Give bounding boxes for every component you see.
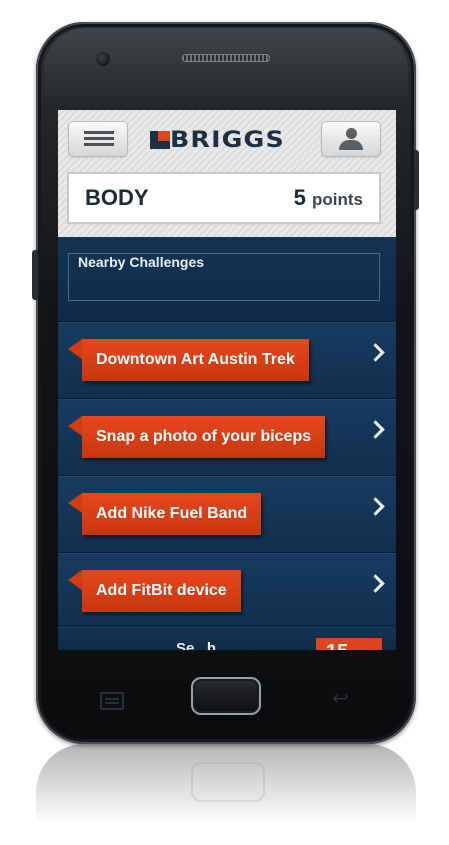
challenge-row[interactable]: Snap a photo of your biceps [58, 398, 396, 475]
partial-section-label: Se...h [176, 640, 217, 650]
chevron-right-icon [366, 420, 385, 439]
points-unit: points [312, 190, 363, 209]
power-button [414, 150, 419, 210]
person-icon [338, 128, 364, 150]
challenge-row[interactable]: Downtown Art Austin Trek [58, 321, 396, 398]
back-arrow-icon[interactable]: ↩ [332, 686, 349, 711]
nearby-challenges-header: Nearby Challenges [58, 237, 396, 321]
challenge-row[interactable]: Add FitBit device [58, 552, 396, 629]
challenge-label: Snap a photo of your biceps [67, 416, 326, 458]
chevron-right-icon [366, 574, 385, 593]
challenge-label: Add Nike Fuel Band [67, 493, 262, 535]
home-button-reflection [191, 762, 265, 802]
front-camera [96, 52, 110, 66]
chevron-right-icon [366, 343, 385, 362]
briggs-logo: BRIGGS [150, 128, 302, 153]
menu-button[interactable] [69, 122, 127, 156]
chevron-right-icon [366, 497, 385, 516]
count-badge: 15 [316, 638, 382, 650]
app-screen: BRIGGS BODY 5 points Nearby Challenges D… [58, 110, 396, 650]
earpiece-speaker [182, 54, 270, 62]
hardware-menu-icon[interactable] [100, 692, 124, 710]
challenge-label: Downtown Art Austin Trek [68, 339, 309, 381]
points-display: 5 points [294, 185, 363, 211]
challenge-row[interactable]: Add Nike Fuel Band [58, 475, 396, 552]
logo-mark [150, 131, 170, 149]
list-icon [84, 131, 114, 147]
home-button[interactable] [191, 677, 261, 715]
logo-text: BRIGGS [170, 128, 285, 153]
profile-button[interactable] [322, 122, 380, 156]
challenge-list: Downtown Art Austin Trek Snap a photo of… [58, 321, 396, 629]
section-title: Nearby Challenges [78, 254, 205, 270]
category-title: BODY [85, 185, 149, 210]
challenge-label: Add FitBit device [68, 570, 241, 612]
app-header: BRIGGS BODY 5 points [58, 110, 396, 237]
phone-reflection [36, 744, 416, 845]
next-section-strip: Se...h 15 [58, 625, 396, 650]
category-panel: BODY 5 points [69, 174, 379, 222]
volume-button [32, 250, 38, 300]
points-value: 5 [293, 185, 306, 210]
